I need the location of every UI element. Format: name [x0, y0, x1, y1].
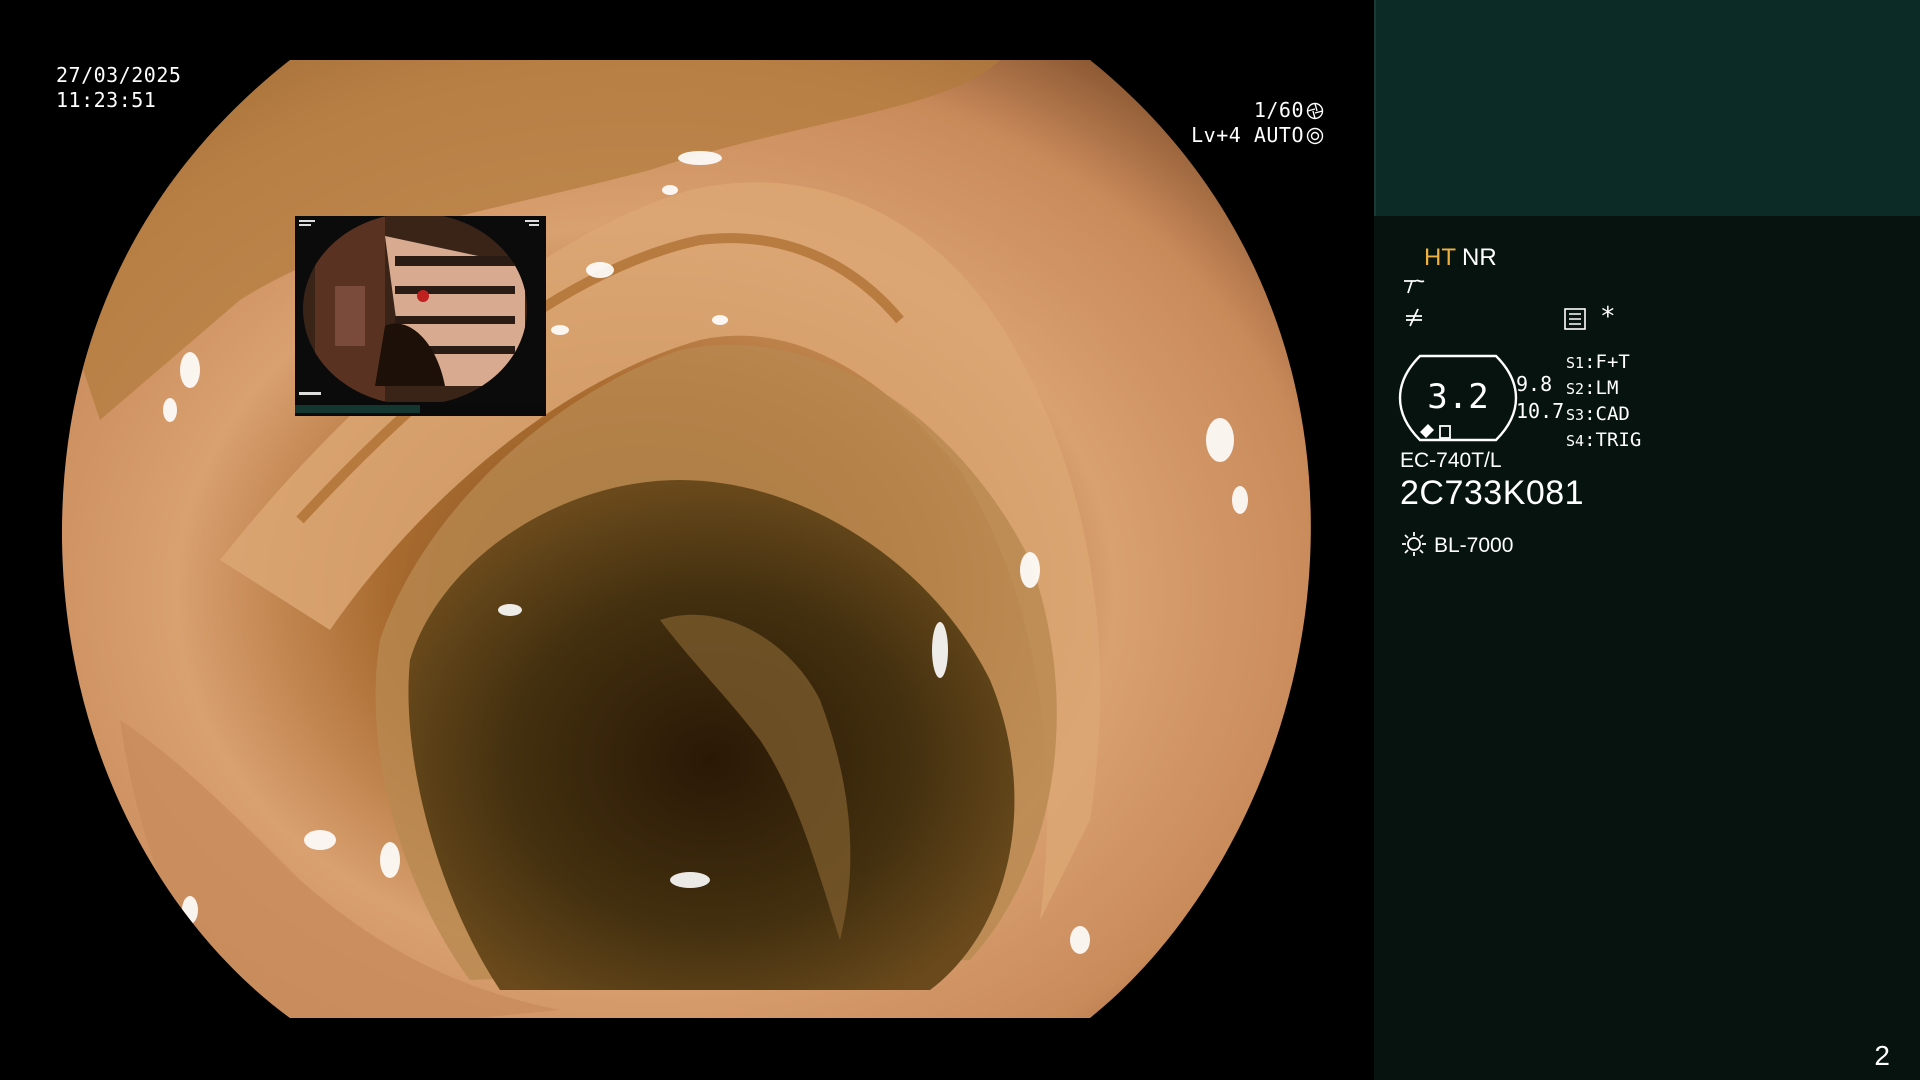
- datetime-display: 27/03/2025 11:23:51: [56, 63, 181, 113]
- pip-image: [295, 216, 546, 402]
- switch-row: S3:CAD: [1566, 403, 1630, 425]
- menu-icon: [1564, 308, 1586, 330]
- gauge-value: 3.2: [1427, 377, 1488, 417]
- nr-label: NR: [1462, 244, 1497, 271]
- switch-key: S4: [1566, 432, 1585, 450]
- exposure-display: 1/60 Lv+4 AUTO: [1191, 98, 1324, 148]
- switch-value: CAD: [1595, 403, 1630, 425]
- switch-value: LM: [1595, 377, 1619, 399]
- star-marker: *: [1600, 302, 1616, 332]
- light-source: BL-7000: [1400, 530, 1513, 558]
- date-text: 27/03/2025: [56, 63, 182, 87]
- switch-row: S4:TRIG: [1566, 429, 1642, 451]
- light-source-name: BL-7000: [1434, 534, 1514, 557]
- switch-row: S2:LM: [1566, 377, 1619, 399]
- structure-enhance-icon: [1404, 279, 1425, 294]
- ht-label: HT: [1424, 244, 1456, 271]
- time-text: 11:23:51: [56, 88, 157, 112]
- switch-value: TRIG: [1595, 429, 1642, 451]
- switch-key: S3: [1566, 406, 1585, 424]
- side-value-1: 9.8: [1516, 372, 1553, 396]
- lamp-icon: [1402, 532, 1426, 556]
- scope-serial: 2C733K081: [1400, 474, 1585, 512]
- endoscope-view: 27/03/2025 11:23:51 1/60 Lv+4 AUTO: [0, 0, 1374, 1080]
- zoom-gauge: 3.2: [1398, 354, 1518, 442]
- mode-text: AUTO: [1253, 123, 1304, 147]
- endoscopy-image: [61, 60, 1311, 1018]
- scope-model: EC-740T/L: [1400, 449, 1502, 472]
- image-mode-indicator: HT NR: [1424, 244, 1497, 272]
- pip-progress: [295, 405, 420, 413]
- pip-status-bar: [295, 402, 546, 416]
- switch-key: S2: [1566, 380, 1585, 398]
- panel-header-area: [1374, 0, 1920, 216]
- shutter-speed: 1/60: [1253, 98, 1304, 122]
- switch-key: S1: [1566, 354, 1585, 372]
- level-text: Lv+4: [1191, 123, 1242, 147]
- aperture-icon: [1306, 102, 1324, 120]
- iris-icon: [1306, 127, 1324, 145]
- switch-value: F+T: [1595, 351, 1630, 373]
- info-panel: HT NR * 3.2 9.8 10.7 S1:F+T S2:LM S3:CAD …: [1374, 0, 1920, 1080]
- page-number: 2: [1874, 1040, 1890, 1071]
- side-values: 9.8 10.7: [1516, 371, 1564, 425]
- side-value-2: 10.7: [1516, 399, 1565, 423]
- pip-thumbnail[interactable]: [295, 216, 546, 402]
- contrast-icon: [1406, 308, 1422, 327]
- scope-switch-list: S1:F+T S2:LM S3:CAD S4:TRIG: [1566, 350, 1641, 454]
- switch-row: S1:F+T: [1566, 351, 1630, 373]
